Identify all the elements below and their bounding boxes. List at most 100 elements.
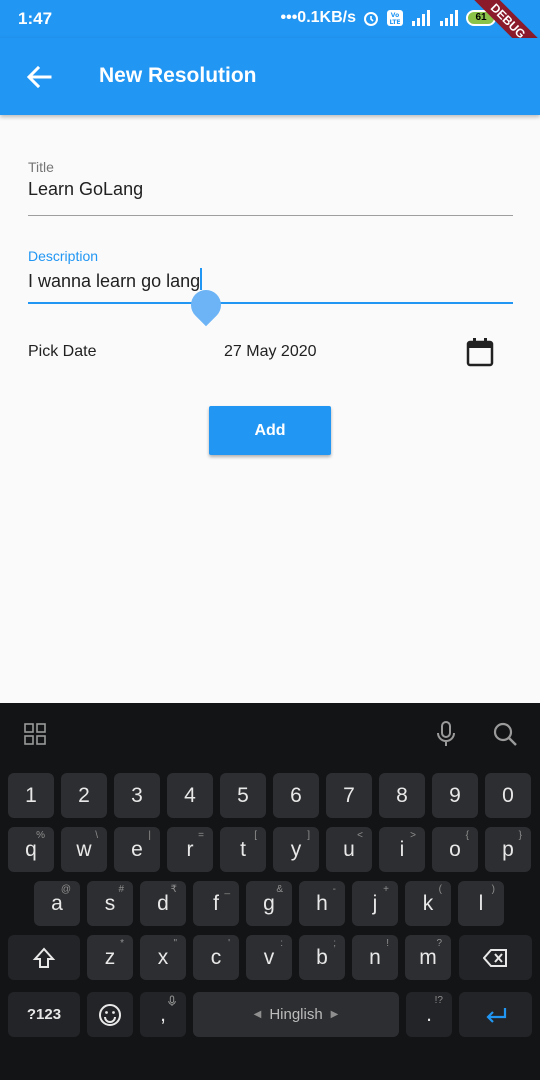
emoji-key[interactable] (87, 992, 133, 1037)
key-7[interactable]: 7 (326, 773, 372, 818)
key-5-label: 5 (237, 783, 249, 807)
backspace-key[interactable] (459, 935, 532, 980)
key-h-hint: - (332, 884, 336, 895)
apps-grid-icon[interactable] (24, 723, 46, 745)
key-l[interactable]: l) (458, 881, 504, 926)
key-m-hint: ? (436, 938, 442, 949)
key-k-label: k (422, 891, 434, 915)
period-key-hint: !? (434, 995, 443, 1006)
key-i[interactable]: i > (379, 827, 425, 872)
key-c-label: c (210, 945, 222, 969)
description-value: I wanna learn go lang (28, 271, 201, 291)
status-bar: 1:47 •••0.1KB/s Vo LTE 61 DEBUG (0, 0, 540, 70)
key-g[interactable]: g & (246, 881, 292, 926)
key-8[interactable]: 8 (379, 773, 425, 818)
key-o[interactable]: o{ (432, 827, 478, 872)
pick-date-label: Pick Date (28, 343, 97, 360)
space-right-arrow-icon: ▶ (330, 1009, 339, 1020)
key-4-label: 4 (184, 783, 196, 807)
title-value[interactable]: Learn GoLang (28, 179, 513, 200)
key-u[interactable]: u < (326, 827, 372, 872)
text-cursor (200, 268, 203, 290)
shift-key[interactable] (8, 935, 80, 980)
period-key-label: . (426, 1002, 432, 1026)
key-d[interactable]: d ₹ (140, 881, 186, 926)
key-6[interactable]: 6 (273, 773, 319, 818)
microphone-icon[interactable] (434, 720, 458, 748)
key-r-hint: = (198, 830, 204, 841)
key-q[interactable]: q% (8, 827, 54, 872)
key-t[interactable]: t[ (220, 827, 266, 872)
key-9[interactable]: 9 (432, 773, 478, 818)
key-r[interactable]: r = (167, 827, 213, 872)
description-underline (28, 302, 513, 304)
key-v-hint: : (280, 938, 283, 949)
key-q-label: q (25, 837, 37, 861)
key-i-label: i (399, 837, 405, 861)
comma-mic-icon (167, 995, 177, 1010)
search-icon[interactable] (492, 721, 518, 747)
space-bar[interactable]: ◀ Hinglish ▶ (193, 992, 399, 1037)
key-p[interactable]: p} (485, 827, 531, 872)
key-4[interactable]: 4 (167, 773, 213, 818)
svg-text:Vo: Vo (391, 12, 399, 19)
enter-key[interactable] (459, 992, 532, 1037)
key-m[interactable]: m? (405, 935, 451, 980)
key-z-label: z (104, 945, 116, 969)
key-e[interactable]: e | (114, 827, 160, 872)
key-t-label: t (240, 837, 246, 861)
status-time: 1:47 (18, 9, 53, 28)
signal-icon-2 (440, 10, 458, 26)
key-r-label: r (186, 837, 194, 861)
key-b-hint: ; (333, 938, 336, 949)
key-c[interactable]: c ' (193, 935, 239, 980)
key-y-hint: ] (307, 830, 310, 841)
key-0[interactable]: 0 (485, 773, 531, 818)
key-5[interactable]: 5 (220, 773, 266, 818)
key-z[interactable]: z * (87, 935, 133, 980)
key-b[interactable]: b; (299, 935, 345, 980)
network-speed: •••0.1KB/s (280, 9, 357, 26)
symbols-key[interactable]: ?123 (8, 992, 80, 1037)
key-v[interactable]: v: (246, 935, 292, 980)
period-key[interactable]: .!? (406, 992, 452, 1037)
key-w-label: w (76, 837, 92, 861)
key-2[interactable]: 2 (61, 773, 107, 818)
key-h[interactable]: h- (299, 881, 345, 926)
key-n[interactable]: n! (352, 935, 398, 980)
key-a[interactable]: a @ (34, 881, 80, 926)
description-field[interactable]: Description I wanna learn go lang (28, 248, 513, 327)
key-f[interactable]: f _ (193, 881, 239, 926)
key-3[interactable]: 3 (114, 773, 160, 818)
calendar-icon[interactable] (465, 337, 495, 367)
back-arrow-icon[interactable] (24, 62, 54, 92)
key-q-hint: % (36, 830, 45, 841)
key-a-label: a (51, 891, 63, 915)
key-b-label: b (316, 945, 328, 969)
volte-icon: VoLTE (387, 10, 403, 26)
space-bar-label: Hinglish (269, 1006, 323, 1023)
battery-level: 61 (475, 12, 487, 23)
keyboard-toolbar (0, 703, 540, 763)
key-i-hint: > (410, 830, 416, 841)
description-label: Description (28, 248, 99, 264)
title-field[interactable]: Title Learn GoLang (28, 159, 513, 217)
key-1[interactable]: 1 (8, 773, 54, 818)
key-j[interactable]: j + (352, 881, 398, 926)
comma-key[interactable]: , (140, 992, 186, 1037)
add-button[interactable]: Add (209, 406, 331, 455)
key-d-label: d (157, 891, 169, 915)
key-2-label: 2 (78, 783, 90, 807)
key-a-hint: @ (60, 884, 71, 895)
key-s[interactable]: s # (87, 881, 133, 926)
key-7-label: 7 (343, 783, 355, 807)
key-w[interactable]: w \ (61, 827, 107, 872)
key-g-label: g (263, 891, 275, 915)
description-input[interactable]: I wanna learn go lang (28, 268, 513, 292)
key-k[interactable]: k( (405, 881, 451, 926)
key-x[interactable]: x " (140, 935, 186, 980)
backspace-icon (482, 948, 507, 967)
key-y[interactable]: y] (273, 827, 319, 872)
app-bar: New Resolution (0, 38, 540, 115)
symbols-key-label: ?123 (26, 1006, 62, 1023)
